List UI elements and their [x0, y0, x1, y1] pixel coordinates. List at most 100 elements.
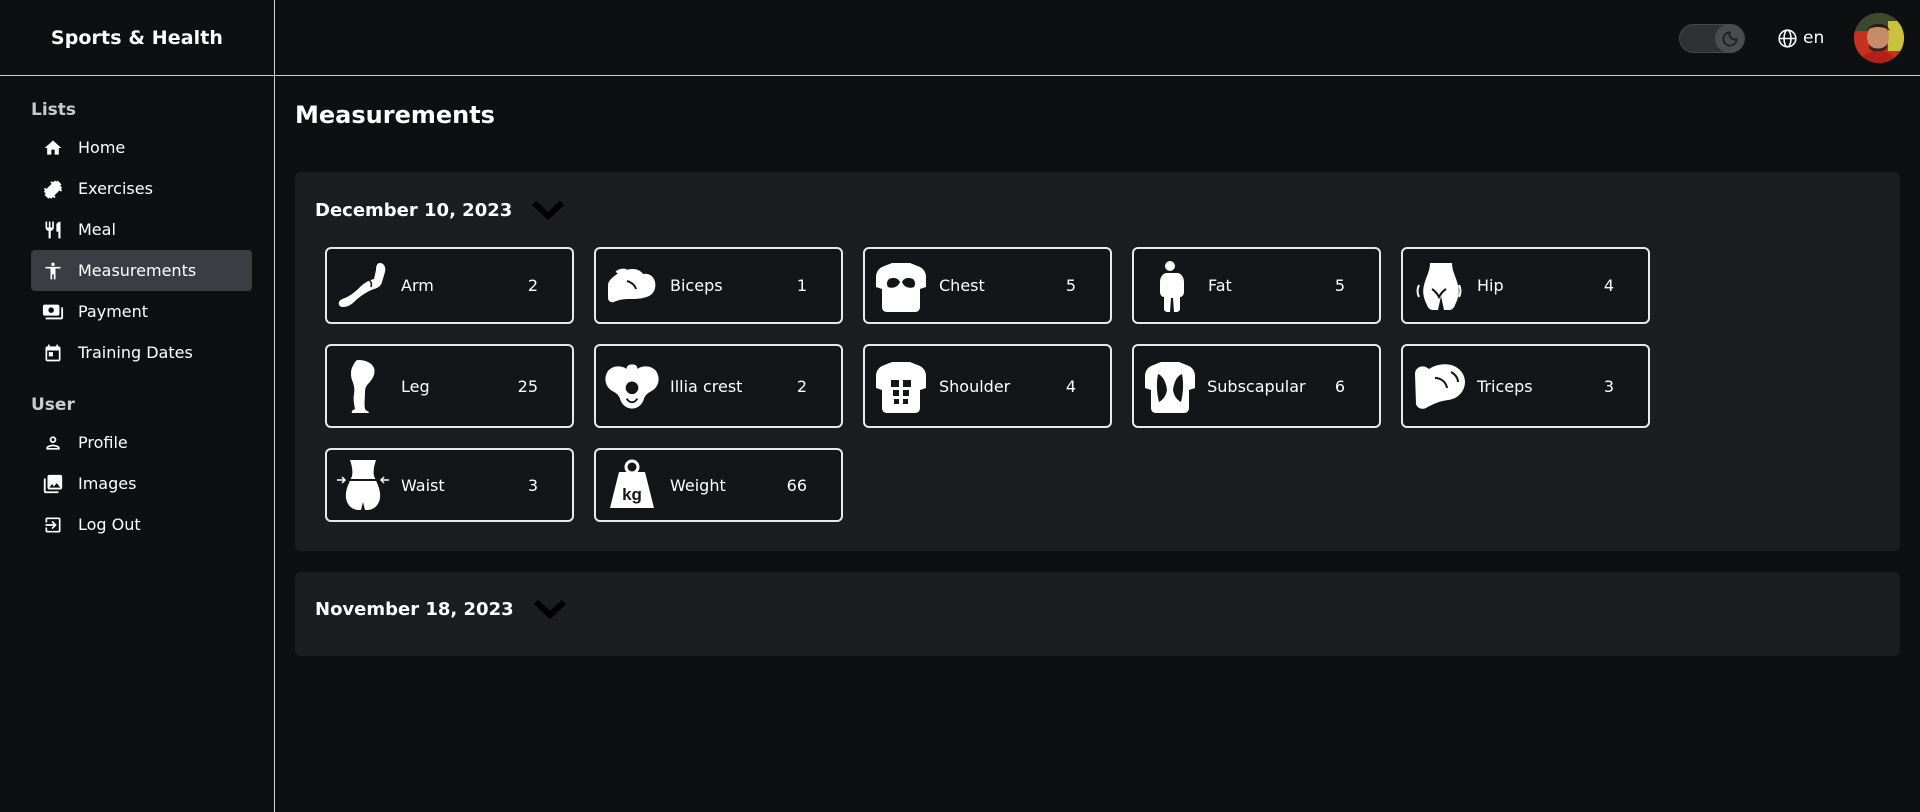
measurement-value: 25 — [517, 376, 538, 396]
measurement-card-hip[interactable]: Hip 4 — [1401, 247, 1650, 324]
measurement-card-waist[interactable]: Waist 3 — [325, 448, 574, 522]
measurement-label: Weight — [670, 475, 726, 495]
globe-icon — [1778, 28, 1797, 48]
avatar[interactable] — [1854, 13, 1904, 63]
main-content: Measurements December 10, 2023 Arm 2 Bic… — [276, 77, 1920, 812]
measurement-value: 4 — [1065, 376, 1076, 396]
home-icon — [42, 137, 64, 159]
chest-icon — [873, 258, 929, 314]
biceps-icon — [604, 258, 660, 314]
sidebar-item-measurements[interactable]: Measurements — [31, 250, 252, 291]
images-icon — [42, 473, 64, 495]
topbar: en — [275, 0, 1920, 76]
sidebar-item-home[interactable]: Home — [31, 127, 252, 168]
measurement-label: Biceps — [670, 276, 723, 295]
arm-icon — [335, 258, 391, 314]
profile-icon — [42, 432, 64, 454]
measurement-group: November 18, 2023 — [295, 572, 1900, 656]
measurement-value: 5 — [1065, 276, 1076, 295]
sidebar-item-profile[interactable]: Profile — [31, 422, 252, 463]
nav-section-user: User Profile Images Log Out — [0, 395, 274, 545]
person-icon — [42, 260, 64, 282]
measurement-card-triceps[interactable]: Triceps 3 — [1401, 344, 1650, 428]
fat-icon — [1142, 258, 1198, 314]
measurement-card-weight[interactable]: kg Weight 66 — [594, 448, 843, 522]
sidebar-item-label: Exercises — [78, 179, 153, 198]
sidebar-item-label: Log Out — [78, 515, 141, 534]
measurement-value: 2 — [796, 376, 807, 396]
sidebar-item-payment[interactable]: Payment — [31, 291, 252, 332]
measurement-label: Leg — [401, 376, 430, 396]
sidebar-item-label: Images — [78, 474, 137, 493]
measurement-card-leg[interactable]: Leg 25 — [325, 344, 574, 428]
measurement-value: 3 — [527, 475, 538, 495]
language-label: en — [1803, 28, 1825, 48]
measurement-label: Subscapular — [1207, 376, 1306, 396]
chevron-down-icon[interactable] — [531, 199, 565, 221]
measurement-value: 4 — [1603, 276, 1614, 295]
calendar-icon — [42, 342, 64, 364]
measurement-label: Illia crest — [670, 376, 743, 396]
sidebar: Sports & Health Lists Home Exercises Mea… — [0, 0, 275, 812]
group-date: November 18, 2023 — [315, 598, 514, 620]
sidebar-item-label: Measurements — [78, 261, 197, 280]
sidebar-item-label: Training Dates — [78, 343, 193, 362]
measurement-card-fat[interactable]: Fat 5 — [1132, 247, 1381, 324]
sidebar-item-images[interactable]: Images — [31, 463, 252, 504]
section-title-lists: Lists — [31, 100, 77, 120]
sidebar-item-label: Home — [78, 138, 126, 157]
sidebar-item-logout[interactable]: Log Out — [31, 504, 252, 545]
measurement-card-arm[interactable]: Arm 2 — [325, 247, 574, 324]
measurement-value: 1 — [796, 276, 807, 295]
group-header[interactable]: November 18, 2023 — [315, 598, 567, 620]
sidebar-item-label: Meal — [78, 220, 116, 239]
hip-icon — [1411, 258, 1467, 314]
nav-section-lists: Lists Home Exercises Meal Measurements P… — [0, 100, 274, 373]
logout-icon — [42, 514, 64, 536]
theme-toggle[interactable] — [1679, 24, 1745, 53]
measurement-label: Waist — [401, 475, 445, 495]
measurement-label: Arm — [401, 276, 434, 295]
payment-icon — [42, 301, 64, 323]
weight-icon: kg — [604, 457, 660, 513]
avatar-icon — [1854, 13, 1904, 63]
pelvis-icon — [604, 358, 660, 414]
measurement-card-subscapular[interactable]: Subscapular 6 — [1132, 344, 1381, 428]
sidebar-item-meal[interactable]: Meal — [31, 209, 252, 250]
fork-knife-icon — [42, 219, 64, 241]
measurement-label: Triceps — [1477, 376, 1533, 396]
measurement-label: Shoulder — [939, 376, 1011, 396]
moon-icon — [1715, 24, 1744, 53]
chevron-down-icon[interactable] — [533, 598, 567, 620]
language-selector[interactable]: en — [1777, 26, 1824, 50]
weight-icon-text: kg — [622, 485, 642, 504]
measurement-card-shoulder[interactable]: Shoulder 4 — [863, 344, 1112, 428]
measurement-label: Chest — [939, 276, 985, 295]
measurement-value: 6 — [1334, 376, 1345, 396]
sidebar-item-training-dates[interactable]: Training Dates — [31, 332, 252, 373]
page-title: Measurements — [295, 101, 495, 129]
measurement-label: Fat — [1208, 276, 1232, 295]
back-icon — [1142, 358, 1197, 414]
waist-icon — [335, 457, 391, 513]
app-root: Sports & Health Lists Home Exercises Mea… — [0, 0, 1920, 812]
section-title-user: User — [31, 395, 75, 415]
group-header[interactable]: December 10, 2023 — [315, 199, 565, 221]
measurement-card-biceps[interactable]: Biceps 1 — [594, 247, 843, 324]
group-date: December 10, 2023 — [315, 199, 513, 221]
sidebar-item-label: Payment — [78, 302, 149, 321]
triceps-icon — [1411, 358, 1467, 414]
dumbbell-icon — [42, 178, 64, 200]
measurement-card-illia-crest[interactable]: Illia crest 2 — [594, 344, 843, 428]
measurement-value: 2 — [527, 276, 538, 295]
sidebar-item-label: Profile — [78, 433, 128, 452]
measurement-value: 3 — [1603, 376, 1614, 396]
leg-icon — [335, 358, 391, 414]
measurement-group: December 10, 2023 Arm 2 Biceps 1 Chest 5… — [295, 172, 1900, 551]
measurement-value: 5 — [1334, 276, 1345, 295]
measurement-value: 66 — [786, 475, 807, 495]
measurement-label: Hip — [1477, 276, 1504, 295]
app-title[interactable]: Sports & Health — [0, 0, 274, 76]
measurement-card-chest[interactable]: Chest 5 — [863, 247, 1112, 324]
sidebar-item-exercises[interactable]: Exercises — [31, 168, 252, 209]
